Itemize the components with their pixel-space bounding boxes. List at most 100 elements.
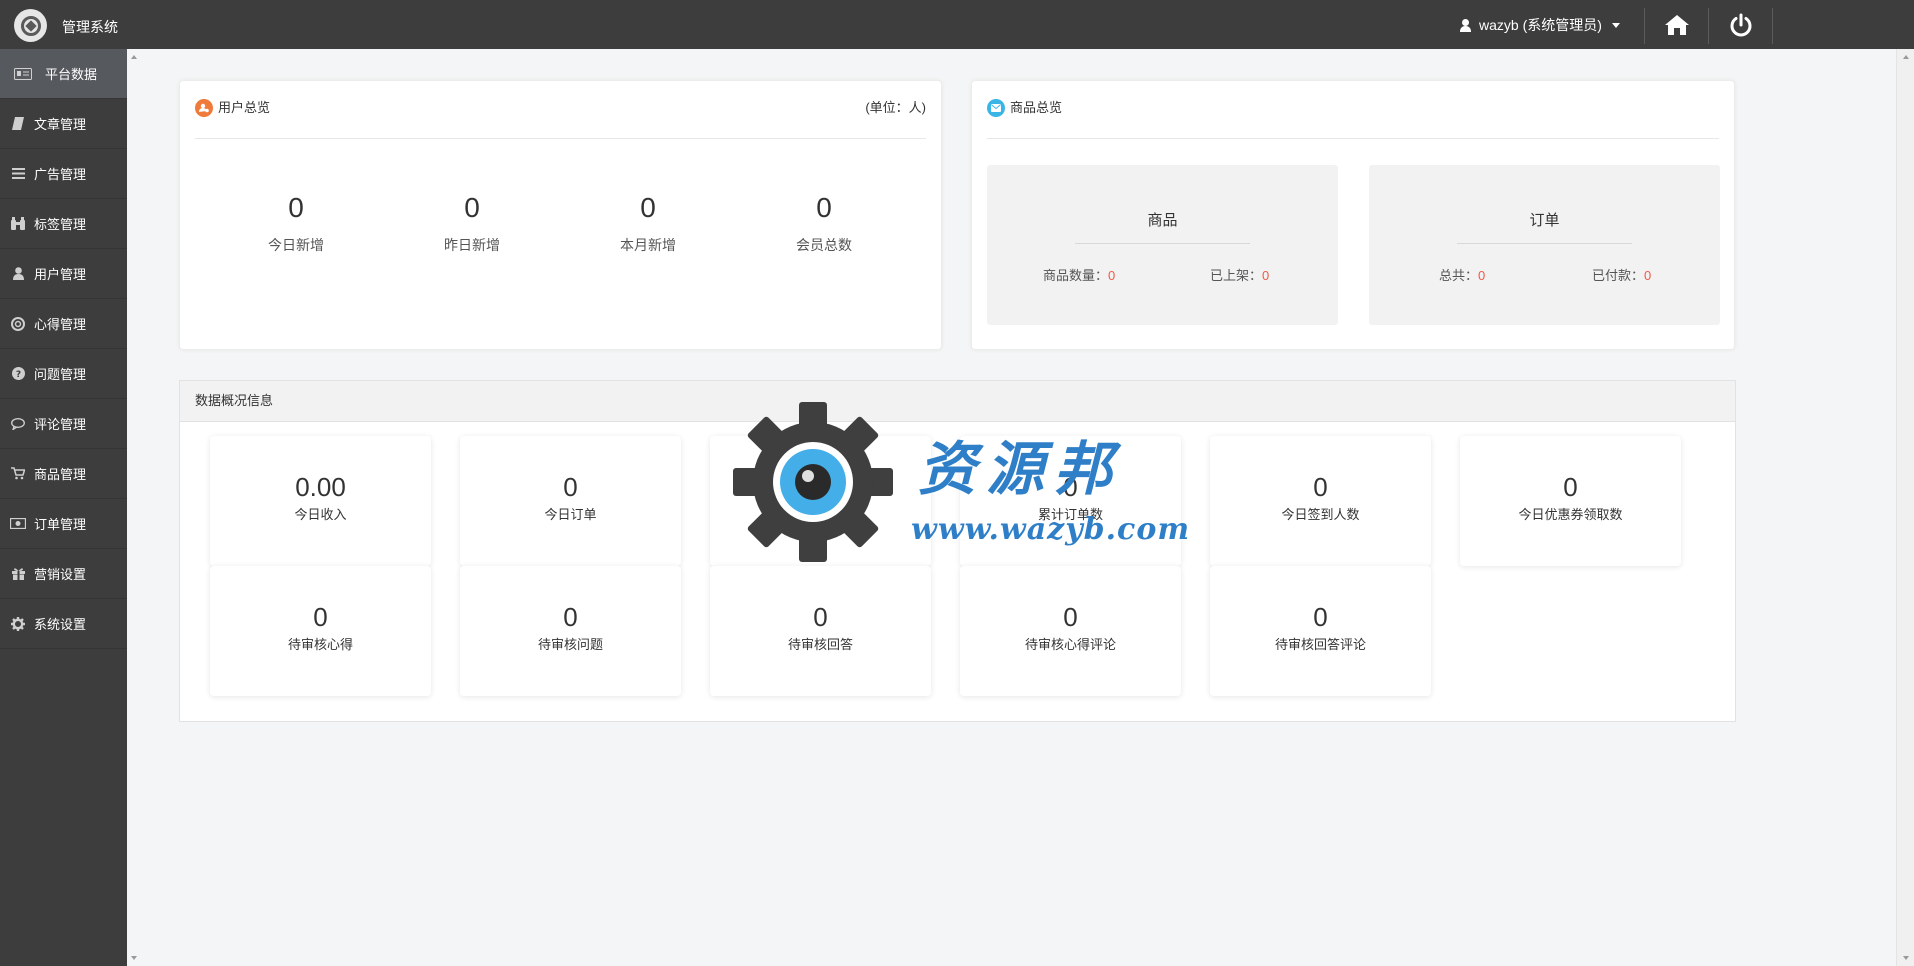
sidebar-item-label: 用户管理 xyxy=(34,267,87,282)
sidebar-item-label: 系统设置 xyxy=(34,617,87,632)
goods-overview-panel: 商品总览 商品 商品数量：0 已上架：0 订单 总共：0 已付款：0 xyxy=(971,80,1735,350)
goods-listed-label: 已上架： xyxy=(1210,268,1263,283)
sidebar-item-articles[interactable]: 文章管理 xyxy=(0,99,127,149)
cart-icon xyxy=(10,466,26,482)
goods-count-value: 0 xyxy=(1108,268,1116,283)
home-icon xyxy=(1665,14,1689,35)
card-today-income: 0.00 今日收入 xyxy=(210,436,431,566)
sidebar-scrollbar[interactable] xyxy=(127,49,138,966)
stat-label: 本月新增 xyxy=(620,237,676,253)
scroll-up-arrow-icon[interactable] xyxy=(1903,55,1909,59)
mail-icon xyxy=(987,99,1005,117)
divider xyxy=(1644,8,1645,44)
card-total-orders: 0 累计订单数 xyxy=(960,436,1181,566)
logout-button[interactable] xyxy=(1711,0,1771,49)
sidebar-item-system-settings[interactable]: 系统设置 xyxy=(0,599,127,649)
app-logo[interactable] xyxy=(14,9,47,42)
stat-total-members: 0 会员总数 xyxy=(764,191,884,255)
orders-total: 总共：0 xyxy=(1439,265,1485,284)
card-label: 累计收入 xyxy=(794,507,847,522)
list-icon xyxy=(10,166,26,182)
card-value: 0 xyxy=(1063,602,1078,632)
data-overview-panel: 数据概况信息 0.00 今日收入 0 今日订单 0.00 累计收入 0 累计订单… xyxy=(179,380,1736,722)
sidebar-item-label: 评论管理 xyxy=(34,417,87,432)
orders-paid: 已付款：0 xyxy=(1592,265,1651,284)
card-label: 待审核回答 xyxy=(787,637,853,652)
binoculars-icon xyxy=(10,216,26,232)
scroll-down-arrow-icon[interactable] xyxy=(131,956,137,960)
page-scrollbar[interactable] xyxy=(1896,49,1914,966)
sidebar-item-questions[interactable]: ? 问题管理 xyxy=(0,349,127,399)
user-icon xyxy=(1460,18,1471,32)
user-menu-dropdown[interactable]: wazyb (系统管理员) xyxy=(1460,15,1620,35)
question-circle-icon: ? xyxy=(10,366,26,382)
power-icon xyxy=(1730,13,1752,36)
orders-summary-box: 订单 总共：0 已付款：0 xyxy=(1369,165,1720,325)
sidebar-item-label: 商品管理 xyxy=(34,467,87,482)
sidebar-item-comments[interactable]: 评论管理 xyxy=(0,399,127,449)
book-icon xyxy=(10,116,26,132)
sidebar-item-products[interactable]: 商品管理 xyxy=(0,449,127,499)
sidebar-item-experiences[interactable]: 心得管理 xyxy=(0,299,127,349)
card-value: 0 xyxy=(563,472,578,502)
stat-today-new: 0 今日新增 xyxy=(236,191,356,255)
unit-label: (单位：人) xyxy=(865,100,926,115)
card-today-checkins: 0 今日签到人数 xyxy=(1210,436,1431,566)
card-pending-questions: 0 待审核问题 xyxy=(460,566,681,696)
orders-title: 订单 xyxy=(1529,212,1560,229)
orders-paid-label: 已付款： xyxy=(1592,268,1645,283)
sidebar-item-tags[interactable]: 标签管理 xyxy=(0,199,127,249)
divider xyxy=(1075,243,1250,244)
sidebar-item-platform-data[interactable]: 平台数据 xyxy=(0,49,127,99)
top-bar: 管理系统 wazyb (系统管理员) xyxy=(0,0,1914,49)
caret-down-icon xyxy=(1611,22,1620,28)
user-name-label: wazyb (系统管理员) xyxy=(1479,17,1602,33)
sidebar-item-users[interactable]: 用户管理 xyxy=(0,249,127,299)
stat-label: 今日新增 xyxy=(268,237,324,253)
comment-icon xyxy=(10,416,26,432)
gift-icon xyxy=(10,566,26,582)
orders-total-value: 0 xyxy=(1478,268,1486,283)
user-icon xyxy=(10,266,26,282)
card-label: 待审核回答评论 xyxy=(1274,637,1366,652)
card-value: 0 xyxy=(313,602,328,632)
scroll-up-arrow-icon[interactable] xyxy=(131,55,137,59)
goods-listed-value: 0 xyxy=(1262,268,1270,283)
card-value: 0 xyxy=(1563,472,1578,502)
divider xyxy=(1708,8,1709,44)
goods-count: 商品数量：0 xyxy=(1043,265,1115,284)
panel-header: 用户总览 (单位：人) xyxy=(195,99,926,139)
card-label: 今日收入 xyxy=(294,507,347,522)
card-value: 0 xyxy=(1313,472,1328,502)
sidebar-item-marketing[interactable]: 营销设置 xyxy=(0,549,127,599)
card-label: 待审核问题 xyxy=(537,637,603,652)
card-value: 0.00 xyxy=(795,472,846,502)
sidebar-item-label: 广告管理 xyxy=(34,167,87,182)
stat-label: 昨日新增 xyxy=(444,237,500,253)
card-today-coupons: 0 今日优惠券领取数 xyxy=(1460,436,1681,566)
scroll-down-arrow-icon[interactable] xyxy=(1903,956,1909,960)
money-icon xyxy=(10,516,26,532)
stat-month-new: 0 本月新增 xyxy=(588,191,708,255)
id-card-icon xyxy=(13,66,33,82)
sidebar-item-label: 标签管理 xyxy=(34,217,87,232)
card-label: 待审核心得评论 xyxy=(1024,637,1116,652)
life-ring-icon xyxy=(10,316,26,332)
panel-title: 用户总览 xyxy=(218,100,271,115)
card-today-orders: 0 今日订单 xyxy=(460,436,681,566)
sidebar-item-ads[interactable]: 广告管理 xyxy=(0,149,127,199)
stat-value: 0 xyxy=(816,192,832,223)
card-value: 0 xyxy=(563,602,578,632)
card-pending-experiences: 0 待审核心得 xyxy=(210,566,431,696)
stat-yesterday-new: 0 昨日新增 xyxy=(412,191,532,255)
sidebar-item-orders[interactable]: 订单管理 xyxy=(0,499,127,549)
card-value: 0 xyxy=(813,602,828,632)
home-button[interactable] xyxy=(1647,0,1707,49)
stat-value: 0 xyxy=(464,192,480,223)
card-value: 0 xyxy=(1313,602,1328,632)
card-label: 今日签到人数 xyxy=(1281,507,1360,522)
panel-header: 商品总览 xyxy=(987,99,1719,139)
card-pending-answer-comments: 0 待审核回答评论 xyxy=(1210,566,1431,696)
card-label: 今日订单 xyxy=(544,507,597,522)
stat-label: 会员总数 xyxy=(796,237,852,253)
